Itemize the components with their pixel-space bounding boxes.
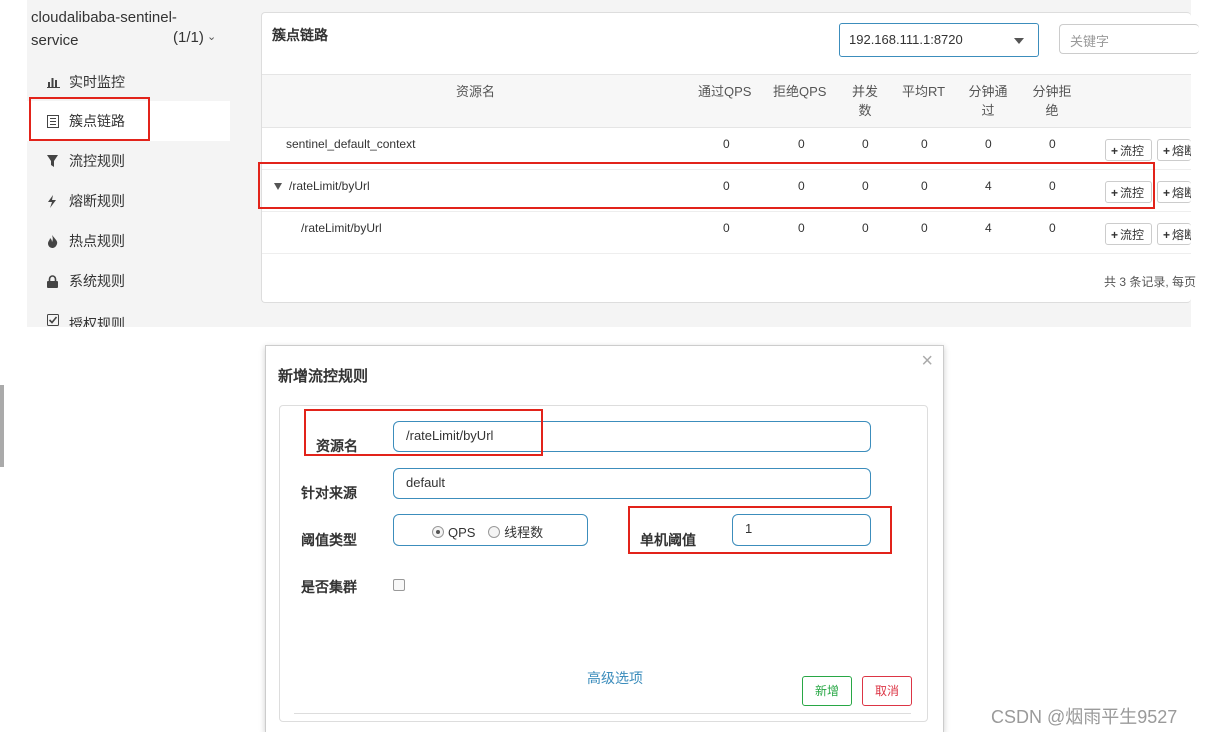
lock-icon (47, 274, 69, 288)
sidebar-item-system-rules[interactable]: 系统规则 (27, 261, 230, 301)
block-qps: 0 (798, 137, 805, 151)
col-resource: 资源名 (456, 84, 496, 99)
avg-rt: 0 (921, 137, 928, 151)
col-min-block: 分钟拒绝 (1032, 84, 1072, 118)
sidebar-item-flow-rules[interactable]: 流控规则 (27, 141, 230, 181)
keyword-input[interactable]: 关键字 (1059, 24, 1199, 54)
sidebar-item-label: 系统规则 (69, 273, 125, 289)
add-button[interactable]: 新增 (802, 676, 852, 706)
table-header: 资源名 通过QPS 拒绝QPS 并发数 平均RT 分钟通过 分钟拒绝 (262, 74, 1191, 128)
machine-select-value: 192.168.111.1:8720 (849, 32, 963, 47)
sidebar-item-label: 熔断规则 (69, 193, 125, 209)
button-label: 熔断 (1172, 228, 1191, 242)
cluster-link-panel: 簇点链路 192.168.111.1:8720 关键字 资源名 通过QPS 拒绝… (261, 12, 1199, 303)
limit-app-label: 针对来源 (301, 485, 357, 501)
table-row: /rateLimit/byUrl 0 0 0 0 4 0 +流控 +熔断 (262, 212, 1191, 254)
lightning-icon (47, 194, 69, 208)
sidebar-item-hotspot-rules[interactable]: 热点规则 (27, 221, 230, 261)
sidebar-item-label: 热点规则 (69, 233, 125, 249)
radio-icon (488, 526, 501, 538)
chevron-down-icon[interactable]: ⌄ (207, 30, 216, 43)
machine-select[interactable]: 192.168.111.1:8720 (839, 23, 1039, 57)
avg-rt: 0 (921, 221, 928, 235)
col-avg-rt: 平均RT (902, 84, 946, 99)
cancel-button[interactable]: 取消 (862, 676, 912, 706)
concurrency: 0 (862, 221, 869, 235)
add-flow-button[interactable]: + 流控 (1105, 223, 1152, 245)
qps-radio[interactable]: QPS (432, 525, 475, 540)
min-pass: 4 (985, 221, 992, 235)
highlight-box (29, 97, 150, 141)
col-concurrency: 并发数 (851, 84, 878, 118)
add-flow-button[interactable]: + 流控 (1105, 139, 1152, 161)
block-qps: 0 (798, 221, 805, 235)
close-icon[interactable]: × (921, 350, 933, 373)
sidebar-item-label: 流控规则 (69, 153, 125, 169)
advanced-options-link[interactable]: 高级选项 (587, 668, 643, 688)
radio-icon (432, 526, 444, 538)
panel-title: 簇点链路 (272, 27, 328, 43)
col-min-pass: 分钟通过 (968, 84, 1008, 118)
pass-qps: 0 (723, 221, 730, 235)
min-block: 0 (1049, 137, 1056, 151)
qps-label: QPS (448, 525, 476, 540)
min-pass: 0 (985, 137, 992, 151)
sidebar: cloudalibaba-sentinel-service (1/1) ⌄ 实时… (27, 0, 230, 327)
highlight-box (258, 162, 1155, 209)
bar-chart-icon (47, 76, 69, 88)
button-label: 流控 (1120, 228, 1145, 242)
grade-label: 阈值类型 (301, 532, 357, 548)
col-block-qps: 拒绝QPS (773, 84, 827, 99)
add-degrade-button[interactable]: +熔断 (1157, 181, 1191, 203)
cluster-checkbox[interactable] (393, 579, 405, 591)
thread-radio[interactable]: 线程数 (488, 525, 543, 540)
grade-radio-group: QPS 线程数 (393, 514, 588, 546)
highlight-box (304, 409, 543, 456)
sidebar-item-label: 授权规则 (69, 316, 125, 327)
app-count: (1/1) (173, 29, 204, 46)
pass-qps: 0 (723, 137, 730, 151)
check-square-icon (47, 314, 69, 326)
filter-icon (47, 154, 69, 168)
dialog-title: 新增流控规则 (278, 368, 369, 385)
scrollbar[interactable] (0, 385, 4, 467)
limit-app-input[interactable]: default (393, 468, 871, 499)
sidebar-item-label: 实时监控 (69, 74, 125, 90)
sidebar-item-auth-rules[interactable]: 授权规则 (27, 301, 230, 327)
watermark: CSDN @烟雨平生9527 (991, 707, 1178, 727)
caret-down-icon (1014, 38, 1024, 44)
button-label: 流控 (1120, 144, 1145, 158)
sidebar-item-realtime[interactable]: 实时监控 (27, 62, 230, 102)
button-label: 熔断 (1172, 144, 1191, 158)
resource-name: /rateLimit/byUrl (301, 221, 382, 235)
add-degrade-button[interactable]: +熔断 (1157, 223, 1191, 245)
pagination-summary: 共 3 条记录, 每页 (1104, 275, 1197, 289)
resource-name: sentinel_default_context (286, 137, 416, 151)
app-name[interactable]: cloudalibaba-sentinel-service (31, 6, 191, 52)
highlight-box (628, 506, 892, 554)
cluster-label: 是否集群 (301, 579, 357, 595)
concurrency: 0 (862, 137, 869, 151)
add-degrade-button[interactable]: +熔断 (1157, 139, 1191, 161)
divider (294, 713, 911, 714)
button-label: 熔断 (1172, 186, 1191, 200)
col-pass-qps: 通过QPS (698, 84, 752, 99)
fire-icon (47, 234, 69, 248)
thread-label: 线程数 (504, 525, 544, 540)
min-block: 0 (1049, 221, 1056, 235)
sidebar-item-degrade-rules[interactable]: 熔断规则 (27, 181, 230, 221)
